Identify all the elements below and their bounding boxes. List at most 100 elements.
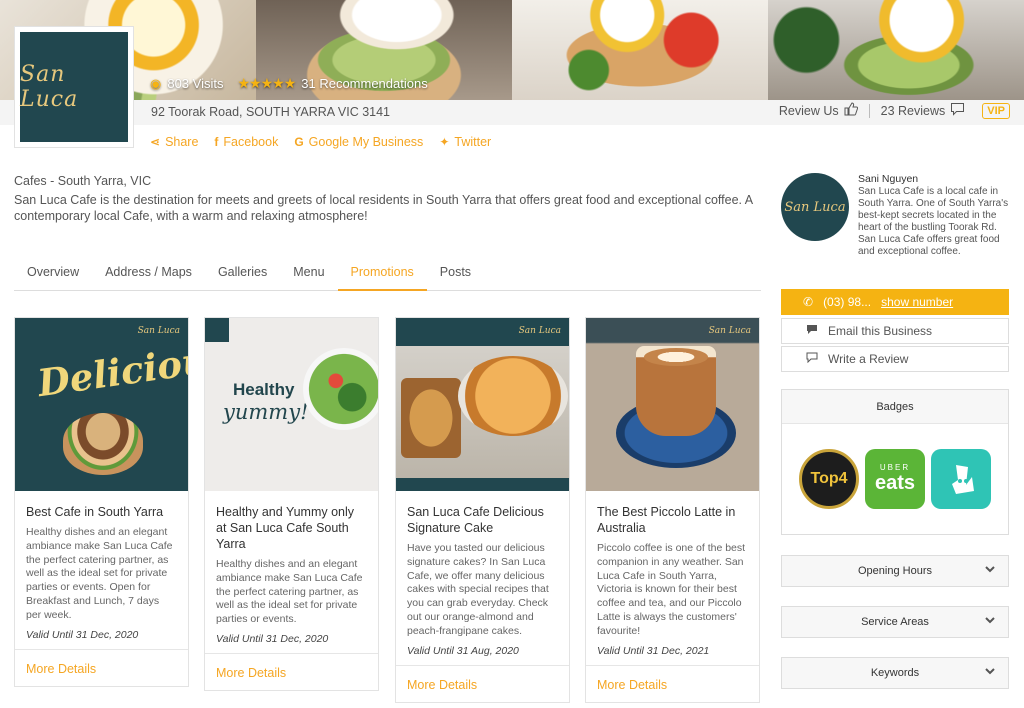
tab-promotions[interactable]: Promotions [337, 256, 427, 291]
facebook-link[interactable]: f Facebook [214, 135, 278, 149]
chevron-down-icon [984, 614, 996, 629]
latte-art-image [644, 348, 708, 366]
promotion-card[interactable]: Healthy yummy! Healthy and Yummy only at… [204, 317, 379, 691]
tart-image [458, 356, 568, 436]
promotion-title[interactable]: Healthy and Yummy only at San Luca Cafe … [216, 504, 367, 552]
promotion-image[interactable]: San Luca [396, 318, 569, 491]
logo-strip [205, 318, 229, 342]
review-area: Review Us 23 Reviews VIP [779, 102, 1010, 119]
opening-hours-label: Opening Hours [858, 565, 932, 577]
tab-overview[interactable]: Overview [14, 256, 92, 291]
promotion-card[interactable]: San Luca San Luca Cafe Delicious Signatu… [395, 317, 570, 703]
twitter-icon: ✦ [439, 135, 450, 149]
image-logo-text: San Luca [708, 326, 751, 336]
top4-badge[interactable]: Top4 [799, 449, 859, 509]
more-details-link[interactable]: More Details [586, 664, 759, 702]
hero-photo [768, 0, 1024, 100]
speech-bubble-icon[interactable] [950, 102, 965, 119]
write-review-label: Write a Review [828, 352, 909, 366]
share-label: Share [165, 135, 199, 149]
email-business-label: Email this Business [828, 324, 933, 338]
tab-menu[interactable]: Menu [280, 256, 337, 291]
thumbs-up-icon[interactable] [844, 102, 858, 119]
tab-posts[interactable]: Posts [427, 256, 484, 291]
share-icon: ⋖ [150, 135, 161, 149]
business-category: Cafes - South Yarra, VIC [14, 174, 152, 188]
recommendations-count: 31 Recommendations [301, 76, 428, 91]
show-number-link[interactable]: show number [881, 295, 953, 309]
uber-badge-small-text: UBER [879, 463, 911, 472]
badges-title: Badges [782, 390, 1008, 424]
promotion-title[interactable]: San Luca Cafe Delicious Signature Cake [407, 504, 558, 536]
visits-count: 803 Visits [167, 76, 224, 91]
twitter-label: Twitter [454, 135, 492, 149]
promotion-title[interactable]: Best Cafe in South Yarra [26, 504, 177, 520]
badge-row: Top4 UBER eats [782, 449, 1008, 509]
uber-badge-big-text: eats [874, 472, 916, 494]
social-links: ⋖ Share f Facebook G Google My Business ✦ Tw… [150, 135, 491, 149]
promotion-text: Piccolo coffee is one of the best compan… [597, 542, 746, 637]
opening-hours-accordion[interactable]: Opening Hours [781, 555, 1009, 587]
promotion-validity: Valid Until 31 Dec, 2021 [597, 644, 710, 657]
badges-panel: Badges Top4 UBER eats [781, 389, 1009, 535]
promotion-text: Have you tasted our delicious signature … [407, 542, 549, 637]
tab-bar: Overview Address / Maps Galleries Menu P… [14, 256, 761, 291]
write-review-button[interactable]: Write a Review [781, 346, 1009, 372]
business-description: San Luca Cafe is the destination for mee… [14, 193, 753, 223]
comment-icon [806, 352, 818, 366]
keywords-accordion[interactable]: Keywords [781, 657, 1009, 689]
rating-stars: ★★★★★ [237, 75, 296, 91]
hero-photo [512, 0, 768, 100]
promotion-validity: Valid Until 31 Dec, 2020 [26, 628, 139, 641]
chevron-down-icon [984, 665, 996, 680]
promotion-image[interactable]: San Luca Delicious [15, 318, 188, 491]
facebook-label: Facebook [223, 135, 279, 149]
image-subheadline: yummy! [223, 400, 309, 424]
phone-number: (03) 98... [823, 295, 872, 309]
salad-image [303, 348, 378, 430]
promotion-card[interactable]: San Luca The Best Piccolo Latte in Austr… [585, 317, 760, 703]
phone-icon: ✆ [803, 295, 814, 309]
promotion-image[interactable]: Healthy yummy! [205, 318, 378, 491]
tab-address-maps[interactable]: Address / Maps [92, 256, 205, 291]
google-icon: G [294, 135, 304, 149]
business-address: 92 Toorak Road, SOUTH YARRA VIC 3141 [151, 105, 391, 119]
vip-badge: VIP [982, 102, 1010, 119]
service-areas-accordion[interactable]: Service Areas [781, 606, 1009, 638]
promotion-validity: Valid Until 31 Aug, 2020 [407, 644, 519, 657]
promotion-title[interactable]: The Best Piccolo Latte in Australia [597, 504, 748, 536]
image-headline: Healthy [233, 380, 295, 399]
deliveroo-badge[interactable] [931, 449, 991, 509]
avatar-logo-text: San Luca [784, 199, 846, 215]
logo-text: San Luca [20, 62, 79, 112]
tab-galleries[interactable]: Galleries [205, 256, 280, 291]
hero-stats: ◉ 803 Visits ★★★★★ 31 Recommendations [150, 75, 428, 92]
more-details-link[interactable]: More Details [205, 652, 378, 690]
author-bio: San Luca Cafe is a local cafe in South Y… [858, 186, 1009, 257]
chevron-down-icon [984, 563, 996, 578]
email-business-button[interactable]: Email this Business [781, 318, 1009, 344]
google-label: Google My Business [308, 135, 424, 149]
divider [868, 103, 870, 118]
author-avatar: San Luca [781, 173, 849, 241]
sandwich-image [63, 413, 143, 475]
chat-icon [806, 324, 818, 338]
more-details-link[interactable]: More Details [15, 648, 188, 686]
share-button[interactable]: ⋖ Share [150, 135, 198, 149]
review-us-link[interactable]: Review Us [779, 104, 839, 118]
cake-slice-image [401, 378, 461, 458]
phone-button[interactable]: ✆ (03) 98... show number [781, 289, 1009, 315]
promotion-image[interactable]: San Luca [586, 318, 759, 491]
image-logo-text: San Luca [137, 326, 180, 336]
google-link[interactable]: G Google My Business [294, 135, 423, 149]
ubereats-badge[interactable]: UBER eats [865, 449, 925, 509]
promotion-text: Healthy dishes and an elegant ambiance m… [26, 526, 173, 621]
author-name: Sani Nguyen [858, 173, 919, 185]
more-details-link[interactable]: More Details [396, 664, 569, 702]
promotion-card[interactable]: San Luca Delicious Best Cafe in South Ya… [14, 317, 189, 687]
promotion-validity: Valid Until 31 Dec, 2020 [216, 632, 329, 645]
logo-tile: San Luca [20, 32, 128, 142]
keywords-label: Keywords [870, 667, 920, 679]
twitter-link[interactable]: ✦ Twitter [439, 135, 491, 149]
reviews-count-link[interactable]: 23 Reviews [881, 104, 946, 118]
